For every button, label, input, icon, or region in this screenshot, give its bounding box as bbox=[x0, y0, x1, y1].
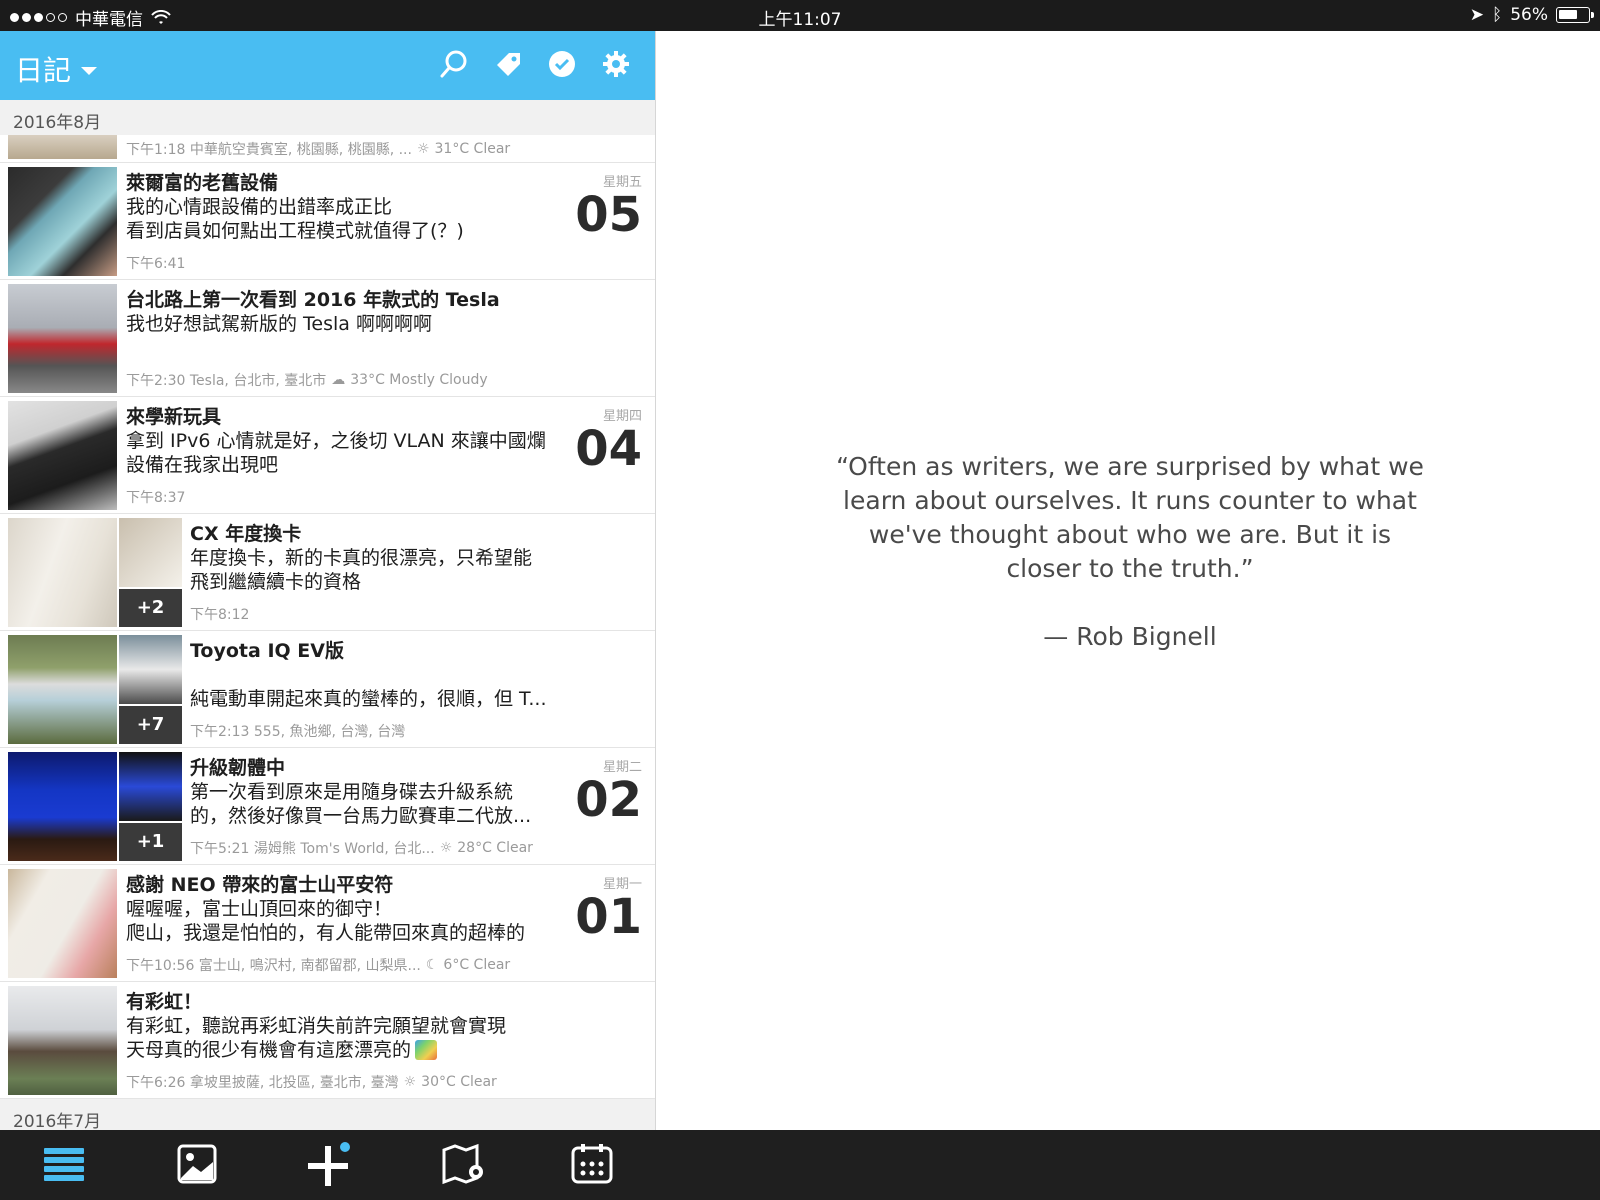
entry-date: 星期一 01 bbox=[575, 873, 642, 942]
month-header: 2016年7月 bbox=[0, 1099, 655, 1134]
entry-thumbnail bbox=[8, 518, 117, 627]
entry-weather: 31°C Clear bbox=[434, 141, 511, 157]
entry-thumbnail-stack: +1 bbox=[119, 752, 182, 861]
entry-meta: 下午5:21 湯姆熊 Tom's World, 台北... bbox=[190, 841, 435, 857]
entry-title: 有彩虹！ bbox=[126, 991, 203, 1013]
quote-text: “Often as writers, we are surprised by w… bbox=[836, 452, 1424, 583]
entry-body-line: 我的心情跟設備的出錯率成正比 bbox=[126, 196, 393, 218]
list-item[interactable]: 來學新玩具 拿到 IPv6 心情就是好，之後切 VLAN 來讓中國爛 設備在我家… bbox=[0, 397, 655, 514]
entry-title: 台北路上第一次看到 2016 年款式的 Tesla bbox=[126, 289, 500, 311]
entry-thumbnail bbox=[8, 167, 117, 276]
entry-thumbnail bbox=[8, 986, 117, 1095]
entry-meta: 下午8:12 bbox=[190, 607, 250, 623]
entry-body-line: 看到店員如何點出工程模式就值得了(？) bbox=[126, 220, 464, 242]
entry-meta: 下午1:18 中華航空貴賓室, 桃園縣, 桃園縣, ... bbox=[126, 142, 412, 158]
list-item[interactable]: +2 CX 年度換卡 年度換卡，新的卡真的很漂亮，只希望能 飛到繼續續卡的資格 … bbox=[0, 514, 655, 631]
entry-title: 升級韌體中 bbox=[190, 757, 286, 779]
entry-date: 星期二 02 bbox=[575, 756, 642, 825]
photo-count-badge: +7 bbox=[119, 706, 182, 744]
entry-thumbnail bbox=[8, 401, 117, 510]
status-bar: 中華電信 上午11:07 ➤ ᛒ 56% bbox=[0, 0, 1600, 31]
battery-percent: 56% bbox=[1510, 5, 1548, 25]
entry-weather: 33°C Mostly Cloudy bbox=[350, 372, 488, 388]
journal-list-panel: 日記 2016年8月 下午1:18 中華航空貴賓室, 桃園縣, 桃園縣, ...… bbox=[0, 31, 656, 1200]
list-item[interactable]: 有彩虹！ 有彩虹，聽說再彩虹消失前許完願望就會實現 天母真的很少有機會有這麼漂亮… bbox=[0, 982, 655, 1099]
entry-weather: 30°C Clear bbox=[421, 1074, 497, 1090]
entry-body-line: 設備在我家出現吧 bbox=[126, 454, 279, 476]
bluetooth-icon: ᛒ bbox=[1492, 5, 1503, 25]
entry-thumbnail-stack: +7 bbox=[119, 635, 182, 744]
quote-author: — Rob Bignell bbox=[1043, 622, 1217, 651]
entry-meta: 下午10:56 富士山, 鳴沢村, 南都留郡, 山梨県... bbox=[126, 958, 421, 974]
entry-body-line: 的，然後好像買一台馬力歐賽車二代放... bbox=[190, 805, 532, 827]
rainbow-emoji-icon bbox=[415, 1040, 438, 1060]
entry-body-line: 我也好想試駕新版的 Tesla 啊啊啊啊 bbox=[126, 313, 432, 335]
top-nav-bar: 日記 bbox=[0, 31, 655, 100]
search-icon[interactable] bbox=[437, 47, 471, 81]
entry-body-line: 爬山，我還是怕怕的，有人能帶回來真的超棒的 bbox=[126, 922, 526, 944]
day-number: 05 bbox=[575, 187, 642, 243]
entry-body-line: 拿到 IPv6 心情就是好，之後切 VLAN 來讓中國爛 bbox=[126, 430, 546, 452]
check-circle-icon[interactable] bbox=[545, 47, 579, 81]
sun-icon: ☼ bbox=[416, 141, 430, 157]
list-icon[interactable] bbox=[42, 1142, 86, 1186]
status-time: 上午11:07 bbox=[758, 10, 842, 30]
photo-count-badge: +2 bbox=[119, 589, 182, 627]
entry-body-line: 喔喔喔，富士山頂回來的御守！ bbox=[126, 898, 393, 920]
chevron-down-icon bbox=[81, 67, 98, 75]
list-item[interactable]: 下午1:18 中華航空貴賓室, 桃園縣, 桃園縣, ... ☼ 31°C Cle… bbox=[0, 135, 655, 163]
entry-body-line: 有彩虹，聽說再彩虹消失前許完願望就會實現 bbox=[126, 1015, 507, 1037]
day-number: 02 bbox=[575, 772, 642, 828]
entry-title: Toyota IQ EV版 bbox=[190, 640, 344, 662]
entry-date: 星期五 05 bbox=[575, 171, 642, 240]
map-icon[interactable] bbox=[442, 1142, 486, 1186]
list-item[interactable]: +1 升級韌體中 第一次看到原來是用隨身碟去升級系統 的，然後好像買一台馬力歐賽… bbox=[0, 748, 655, 865]
journal-selector[interactable]: 日記 bbox=[15, 49, 98, 89]
list-item[interactable]: +7 Toyota IQ EV版 純電動車開起來真的蠻棒的，很順，但 T... … bbox=[0, 631, 655, 748]
entry-meta: 下午8:37 bbox=[126, 490, 186, 506]
entry-thumbnail bbox=[8, 284, 117, 393]
entry-meta: 下午2:30 Tesla, 台北市, 臺北市 bbox=[126, 373, 327, 389]
entry-body-line: 純電動車開起來真的蠻棒的，很順，但 T... bbox=[190, 688, 547, 710]
entry-body-line: 天母真的很少有機會有這麼漂亮的 bbox=[126, 1039, 412, 1061]
tag-icon[interactable] bbox=[491, 47, 525, 81]
calendar-icon[interactable] bbox=[570, 1142, 614, 1186]
entry-weather: 6°C Clear bbox=[443, 957, 511, 973]
battery-icon bbox=[1556, 7, 1594, 23]
entry-thumbnail bbox=[8, 752, 117, 861]
photo-icon[interactable] bbox=[175, 1142, 219, 1186]
day-number: 01 bbox=[575, 889, 642, 945]
add-icon[interactable] bbox=[305, 1142, 350, 1186]
entry-body-line: 飛到繼續續卡的資格 bbox=[190, 571, 362, 593]
month-header: 2016年8月 bbox=[0, 100, 655, 135]
entry-meta: 下午2:13 555, 魚池鄉, 台灣, 台灣 bbox=[190, 724, 406, 740]
entry-body-line: 年度換卡，新的卡真的很漂亮，只希望能 bbox=[190, 547, 533, 569]
entry-body-line: 第一次看到原來是用隨身碟去升級系統 bbox=[190, 781, 514, 803]
journal-title: 日記 bbox=[15, 54, 72, 87]
entry-meta: 下午6:26 拿坡里披薩, 北投區, 臺北市, 臺灣 bbox=[126, 1075, 399, 1091]
entry-thumbnail bbox=[8, 135, 117, 159]
entry-date: 星期四 04 bbox=[575, 405, 642, 474]
entry-title: 萊爾富的老舊設備 bbox=[126, 172, 279, 194]
list-item[interactable]: 感謝 NEO 帶來的富士山平安符 喔喔喔，富士山頂回來的御守！ 爬山，我還是怕怕… bbox=[0, 865, 655, 982]
entry-meta: 下午6:41 bbox=[126, 256, 186, 272]
photo-count-badge: +1 bbox=[119, 823, 182, 861]
location-arrow-icon: ➤ bbox=[1469, 5, 1484, 25]
sun-icon: ☼ bbox=[439, 840, 453, 856]
moon-icon: ☾ bbox=[425, 957, 439, 973]
sun-icon: ☼ bbox=[403, 1074, 417, 1090]
entry-thumbnail-stack: +2 bbox=[119, 518, 182, 627]
entry-thumbnail bbox=[8, 869, 117, 978]
cloud-sun-icon: ☁ bbox=[331, 372, 346, 388]
entry-title: CX 年度換卡 bbox=[190, 523, 302, 545]
bottom-tab-bar bbox=[0, 1130, 1600, 1200]
entry-weather: 28°C Clear bbox=[457, 840, 533, 856]
entry-title: 來學新玩具 bbox=[126, 406, 222, 428]
day-number: 04 bbox=[575, 421, 642, 477]
entry-thumbnail bbox=[8, 635, 117, 744]
list-item[interactable]: 萊爾富的老舊設備 我的心情跟設備的出錯率成正比 看到店員如何點出工程模式就值得了… bbox=[0, 163, 655, 280]
entry-title: 感謝 NEO 帶來的富士山平安符 bbox=[126, 874, 394, 896]
list-item[interactable]: 台北路上第一次看到 2016 年款式的 Tesla 我也好想試駕新版的 Tesl… bbox=[0, 280, 655, 397]
gear-icon[interactable] bbox=[599, 47, 633, 81]
